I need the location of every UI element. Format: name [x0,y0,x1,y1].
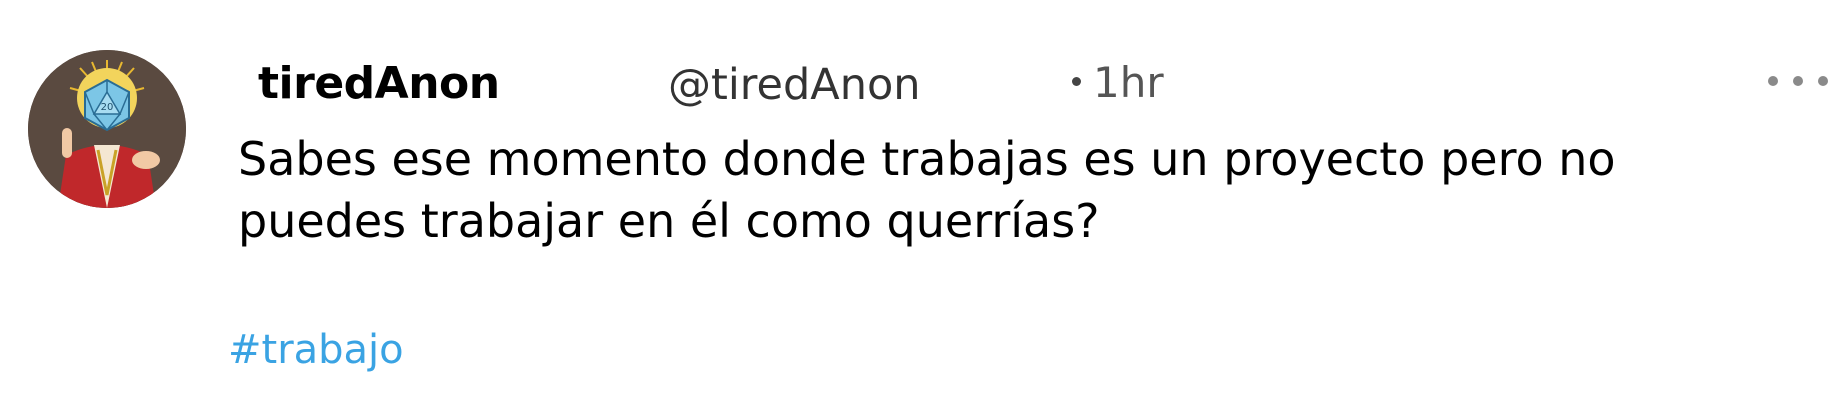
svg-text:20: 20 [101,102,114,113]
display-name[interactable]: tiredAnon [258,58,500,109]
more-options-icon [1793,76,1803,86]
tweet-card: 20 tiredAnon @tiredAnon 1hr Sabes ese mo… [0,0,1843,400]
avatar-image: 20 [28,50,186,208]
separator-dot-icon [1072,77,1081,86]
tweet-text-line: puedes trabajar en él como querrías? [238,194,1100,248]
user-handle[interactable]: @tiredAnon [668,60,921,110]
more-options-icon [1818,76,1828,86]
timestamp[interactable]: 1hr [1072,58,1164,107]
time-label: 1hr [1093,58,1164,107]
tweet-text: Sabes ese momento donde trabajas es un p… [238,128,1798,252]
avatar[interactable]: 20 [28,50,186,208]
more-options-button[interactable] [1768,66,1828,96]
tweet-text-line: Sabes ese momento donde trabajas es un p… [238,132,1616,186]
hashtag-link[interactable]: #trabajo [228,327,404,373]
more-options-icon [1768,76,1778,86]
